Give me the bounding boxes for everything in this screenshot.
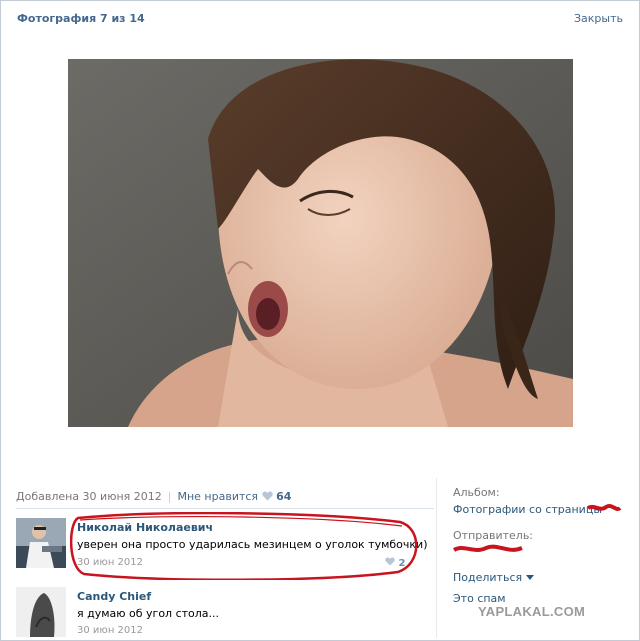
comment-text: я думаю об угол стола... (77, 607, 220, 620)
heart-icon[interactable] (262, 491, 273, 504)
comment-like-count: 2 (398, 558, 406, 569)
photo-meta: Добавлена 30 июня 2012 | Мне нравится 64 (16, 490, 291, 504)
column-divider (436, 478, 437, 638)
comment-like[interactable]: 2 (385, 557, 405, 569)
photo-image (68, 59, 573, 427)
share-label: Поделиться (453, 571, 523, 584)
chevron-down-icon (525, 571, 534, 584)
album-label: Альбом: (453, 486, 500, 499)
comment-date[interactable]: 30 июн 2012 (77, 625, 143, 636)
avatar-image (16, 587, 66, 637)
avatar[interactable] (16, 587, 66, 637)
like-link[interactable]: Мне нравится (177, 490, 258, 503)
meta-separator: | (167, 490, 172, 503)
watermark: YAPLAKAL.COM (478, 604, 586, 619)
avatar[interactable] (16, 518, 66, 568)
comment-author[interactable]: Николай Николаевич (77, 521, 213, 534)
divider (16, 508, 434, 509)
likes-count: 64 (276, 490, 292, 503)
album-link[interactable]: Фотографии со страницы (453, 503, 602, 516)
share-dropdown[interactable]: Поделиться (453, 571, 534, 584)
sender-label: Отправитель: (453, 529, 534, 542)
heart-icon (385, 557, 395, 569)
comment-text: уверен она просто ударилась мезинцем о у… (77, 538, 428, 551)
comment-date[interactable]: 30 июн 2012 (77, 557, 143, 568)
photo-counter-title: Фотография 7 из 14 (17, 12, 145, 25)
comment-author[interactable]: Candy Chief (77, 590, 151, 603)
avatar-image (16, 518, 66, 568)
close-link[interactable]: Закрыть (574, 12, 623, 25)
added-date: Добавлена 30 июня 2012 (16, 490, 162, 503)
main-photo[interactable] (68, 59, 573, 427)
